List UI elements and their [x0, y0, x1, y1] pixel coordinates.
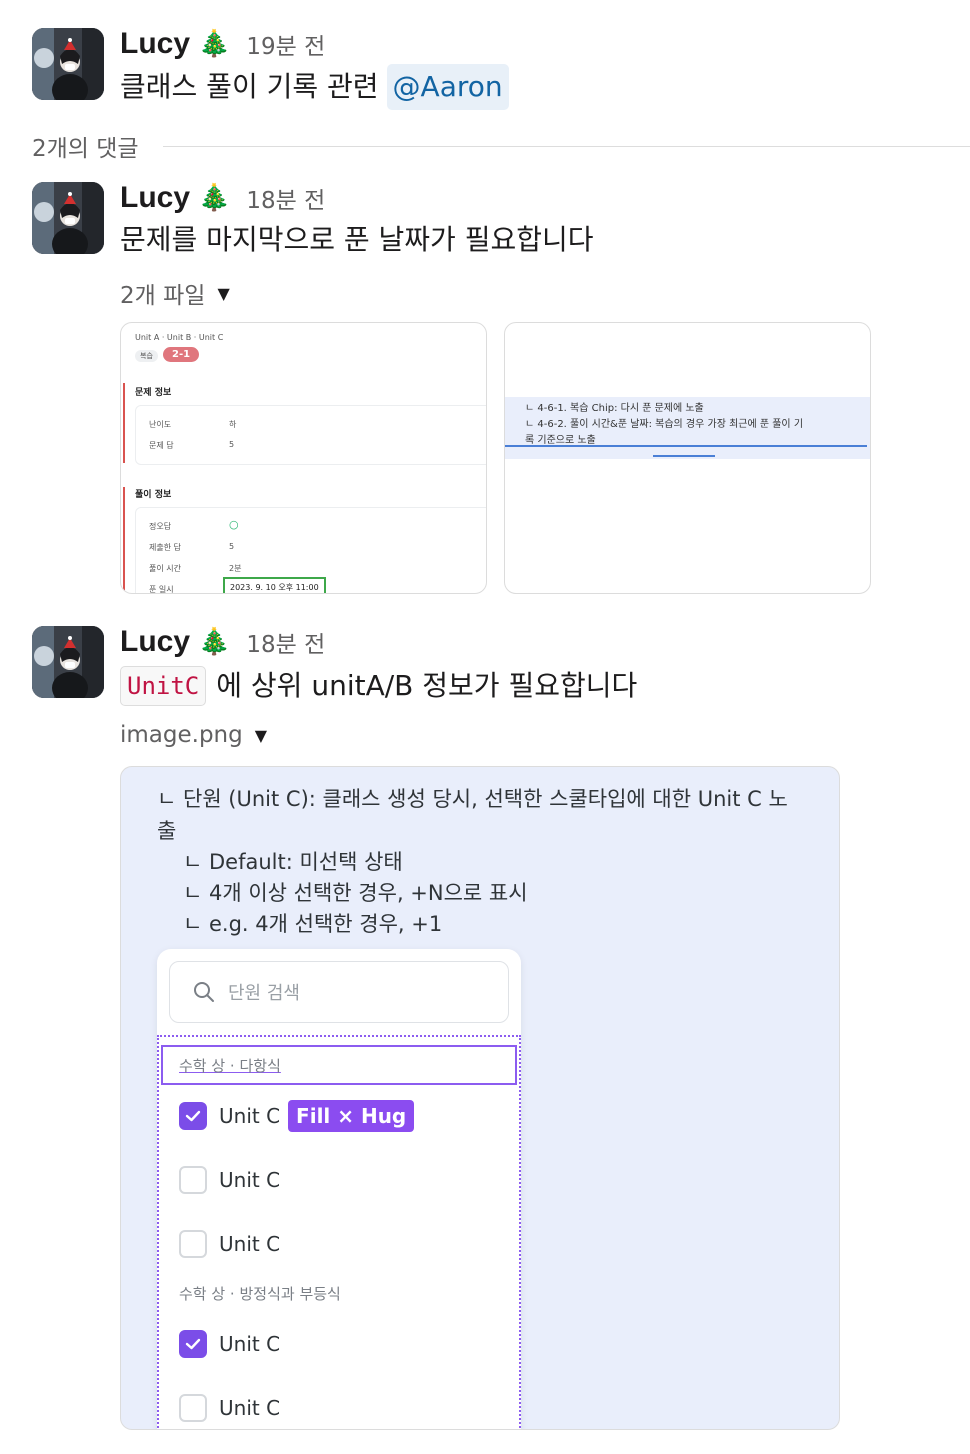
file-toggle[interactable]: image.png ▼	[120, 722, 267, 748]
info-card	[135, 405, 486, 465]
unit-option[interactable]: Unit C	[179, 1165, 280, 1195]
section-title: 풀이 정보	[135, 490, 172, 500]
author-line: Lucy 🎄 18분 전	[120, 180, 325, 216]
field-label: 제출한 답	[149, 543, 181, 552]
option-label: Unit C	[219, 1396, 281, 1420]
replies-count: 2개의 댓글	[32, 136, 139, 162]
spec-line: ㄴ e.g. 4개 선택한 경우, +1	[183, 912, 443, 936]
field-value: 5	[229, 542, 235, 551]
message-body: 클래스 풀이 기록 관련	[120, 70, 379, 103]
timestamp[interactable]: 18분 전	[246, 625, 325, 659]
file-thumbnail-2[interactable]: ㄴ 4-6-1. 복습 Chip: 다시 푼 문제에 노출 ㄴ 4-6-2. 풀…	[504, 322, 871, 594]
option-label: Unit C	[219, 1332, 281, 1356]
timestamp[interactable]: 18분 전	[246, 181, 325, 215]
message-text: 클래스 풀이 기록 관련 @Aaron	[120, 64, 509, 110]
file-thumbnail-1[interactable]: Unit A · Unit B · Unit C 복습 2-1 문제 정보 난이…	[120, 322, 487, 594]
unit-picker-popup: 단원 검색 수학 상 · 다항식 Unit C Fill × Hug Unit …	[157, 949, 521, 1429]
review-tag: 복습	[135, 350, 158, 362]
field-label: 푼 일시	[149, 585, 174, 594]
author-line: Lucy 🎄 19분 전	[120, 26, 325, 62]
field-value: 5	[229, 440, 235, 449]
spec-line: ㄴ Default: 미선택 상태	[183, 850, 403, 874]
blue-underline	[653, 455, 715, 457]
caret-down-icon[interactable]: ▼	[255, 726, 267, 745]
caret-down-icon[interactable]: ▼	[217, 284, 229, 303]
replies-divider: 2개의 댓글	[32, 128, 970, 164]
unit-option[interactable]: Unit C Fill × Hug	[179, 1100, 415, 1132]
divider-line	[162, 145, 970, 147]
christmas-tree-icon: 🎄	[198, 29, 231, 59]
mention-link[interactable]: @Aaron	[386, 64, 509, 110]
group-label: 수학 상 · 방정식과 부등식	[179, 1285, 341, 1303]
checkbox-checked[interactable]	[179, 1330, 207, 1358]
checkbox-checked[interactable]	[179, 1102, 207, 1130]
spec-line: ㄴ 4-6-1. 복습 Chip: 다시 푼 문제에 노출	[525, 403, 704, 414]
option-label: Unit C	[219, 1168, 281, 1192]
author-line: Lucy 🎄 18분 전	[120, 624, 325, 660]
christmas-tree-icon: 🎄	[198, 627, 231, 657]
attached-image[interactable]: ㄴ 단원 (Unit C): 클래스 생성 당시, 선택한 스쿨타입에 대한 U…	[120, 766, 840, 1430]
spec-line: 출	[157, 819, 177, 843]
spec-line: ㄴ 단원 (Unit C): 클래스 생성 당시, 선택한 스쿨타입에 대한 U…	[157, 787, 788, 811]
spec-line: 록 기준으로 노출	[525, 435, 596, 446]
unit-option[interactable]: Unit C	[179, 1393, 280, 1423]
inline-code: UnitC	[120, 666, 207, 706]
date-value: 2023. 9. 10 오후 11:00	[223, 577, 326, 593]
unit-option[interactable]: Unit C	[179, 1329, 280, 1359]
avatar[interactable]	[32, 28, 104, 100]
checkbox[interactable]	[179, 1166, 207, 1194]
author-name[interactable]: Lucy	[120, 27, 190, 61]
field-label: 풀이 시간	[149, 564, 181, 573]
check-icon	[185, 1110, 201, 1122]
problem-badge: 2-1	[163, 347, 200, 362]
message-text: UnitC 에 상위 unitA/B 정보가 필요합니다	[120, 664, 637, 708]
field-label: 정오답	[149, 522, 172, 531]
field-label: 문제 답	[149, 441, 174, 450]
file-name: image.png	[120, 722, 243, 748]
search-icon	[194, 982, 214, 1002]
unit-search-input[interactable]: 단원 검색	[169, 961, 509, 1023]
files-label: 2개 파일	[120, 283, 206, 309]
option-label: Unit C	[219, 1104, 281, 1128]
spec-line: ㄴ 4개 이상 선택한 경우, +N으로 표시	[183, 881, 528, 905]
red-marker	[123, 487, 125, 593]
timestamp[interactable]: 19분 전	[246, 27, 325, 61]
check-icon	[185, 1338, 201, 1350]
author-name[interactable]: Lucy	[120, 625, 190, 659]
message-body: 문제를 마지막으로 푼 날짜가 필요합니다	[120, 223, 594, 256]
avatar[interactable]	[32, 182, 104, 254]
checkbox[interactable]	[179, 1394, 207, 1422]
correct-icon: ○	[229, 518, 239, 531]
message-body: 에 상위 unitA/B 정보가 필요합니다	[216, 669, 638, 702]
field-value: 2분	[229, 564, 242, 573]
files-toggle[interactable]: 2개 파일 ▼	[120, 276, 230, 310]
red-marker	[123, 383, 125, 463]
group-label: 수학 상 · 다항식	[179, 1057, 281, 1075]
avatar[interactable]	[32, 626, 104, 698]
author-name[interactable]: Lucy	[120, 181, 190, 215]
christmas-tree-icon: 🎄	[198, 183, 231, 213]
search-placeholder: 단원 검색	[228, 983, 300, 1004]
section-title: 문제 정보	[135, 388, 172, 398]
field-value: 하	[229, 420, 237, 429]
option-label: Unit C	[219, 1232, 281, 1256]
unit-option[interactable]: Unit C	[179, 1229, 280, 1259]
breadcrumb: Unit A · Unit B · Unit C	[135, 333, 224, 342]
spec-line: ㄴ 4-6-2. 풀이 시간&푼 날짜: 복습의 경우 가장 최근에 푼 풀이 …	[525, 419, 804, 430]
fill-hug-tag: Fill × Hug	[288, 1100, 415, 1132]
checkbox[interactable]	[179, 1230, 207, 1258]
field-label: 난이도	[149, 420, 172, 429]
message-text: 문제를 마지막으로 푼 날짜가 필요합니다	[120, 218, 594, 262]
